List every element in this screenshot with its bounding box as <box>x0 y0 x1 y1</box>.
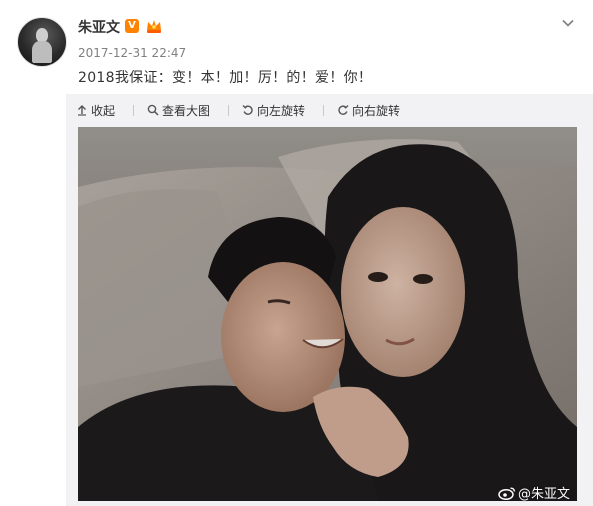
photo-illustration <box>78 127 577 501</box>
rotate-left-label: 向左旋转 <box>257 103 306 118</box>
user-name-link[interactable]: 朱亚文 <box>78 17 120 37</box>
rotate-left-button[interactable]: 向左旋转 <box>242 102 305 119</box>
view-large-button[interactable]: 查看大图 <box>147 102 210 119</box>
rotate-left-icon <box>242 105 253 115</box>
verified-badge-icon[interactable]: V <box>125 19 139 33</box>
collapse-label: 收起 <box>91 103 116 118</box>
view-large-label: 查看大图 <box>162 103 211 118</box>
post-text: 2018我保证：变！本！加！厉！的！爱！你！ <box>78 70 373 86</box>
chevron-down-icon[interactable] <box>561 16 575 30</box>
toolbar-divider <box>323 104 325 116</box>
member-crown-icon[interactable] <box>145 17 163 35</box>
post-photo[interactable] <box>78 127 577 501</box>
collapse-arrow-icon <box>78 105 86 116</box>
rotate-right-label: 向右旋转 <box>352 103 401 118</box>
avatar-figure-body <box>32 41 52 63</box>
weibo-logo-icon <box>498 486 516 500</box>
image-toolbar: 收起 查看大图 向左旋转 向右旋转 <box>76 101 418 119</box>
avatar-figure-head <box>36 28 48 42</box>
post-timestamp[interactable]: 2017-12-31 22:47 <box>78 46 186 60</box>
magnifier-icon <box>147 104 159 116</box>
photo-watermark: @朱亚文 <box>498 483 570 502</box>
collapse-button[interactable]: 收起 <box>76 102 115 119</box>
watermark-text: @朱亚文 <box>518 487 571 502</box>
rotate-right-icon <box>338 105 349 115</box>
toolbar-divider <box>133 104 135 116</box>
rotate-right-button[interactable]: 向右旋转 <box>337 102 400 119</box>
toolbar-divider <box>228 104 230 116</box>
avatar[interactable] <box>17 17 67 67</box>
